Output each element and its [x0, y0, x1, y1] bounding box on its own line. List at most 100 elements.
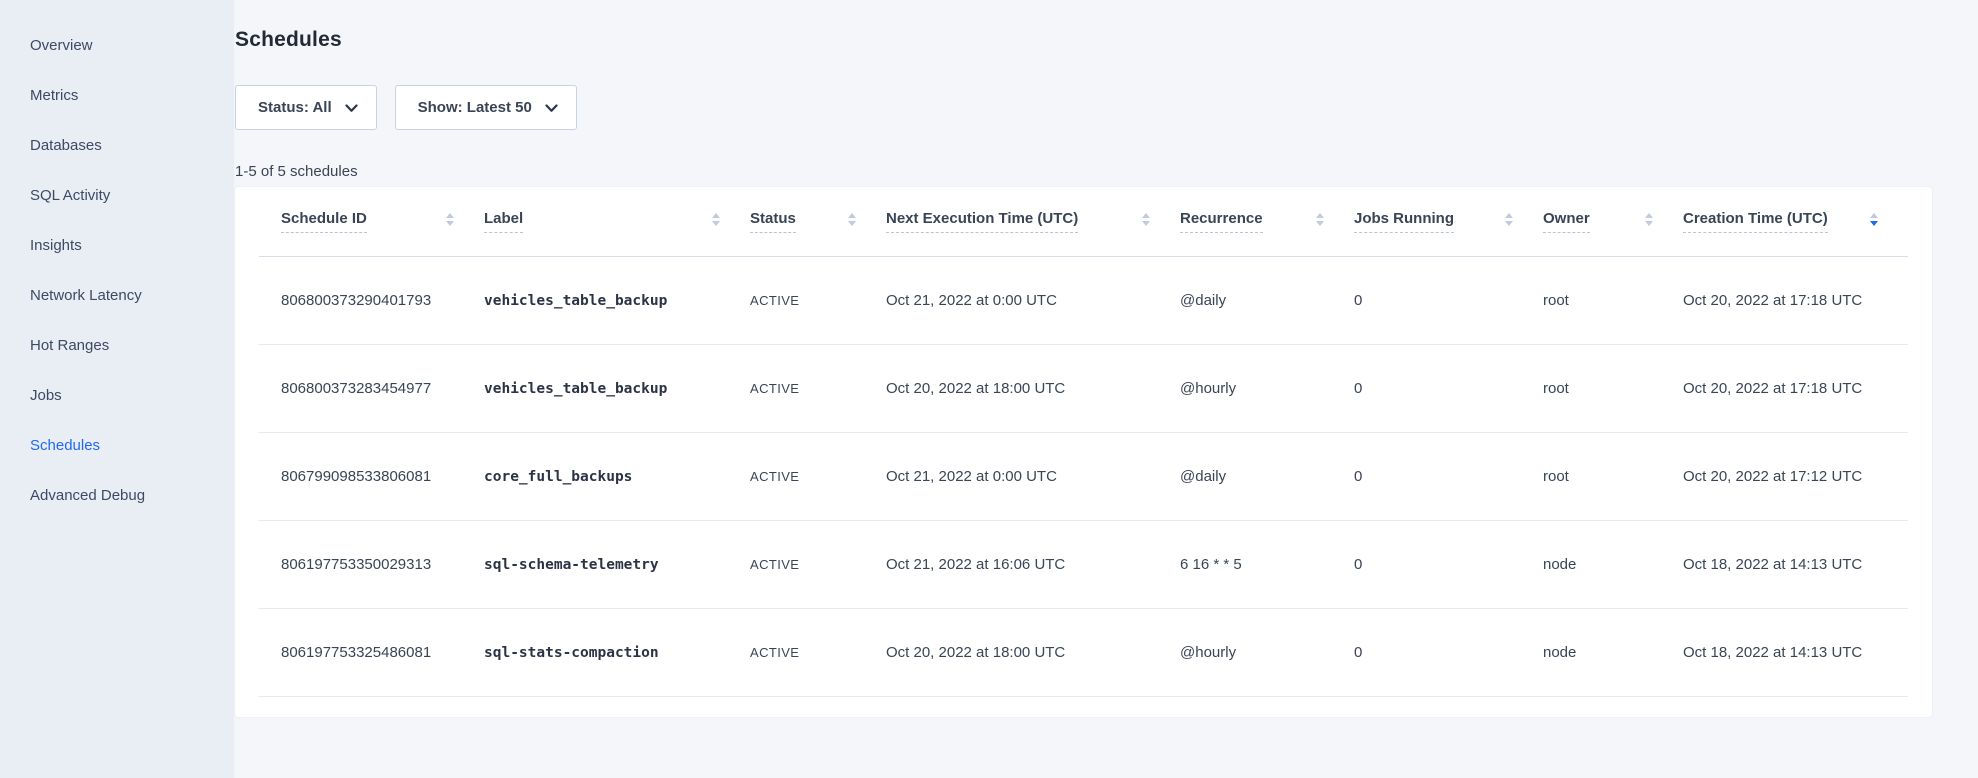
sort-arrows-icon: [1142, 213, 1150, 230]
creation-time-cell: Oct 20, 2022 at 17:18 UTC: [1683, 380, 1908, 397]
sidebar-item-label: SQL Activity: [30, 187, 110, 204]
sidebar-item-label: Advanced Debug: [30, 487, 145, 504]
result-count: 1-5 of 5 schedules: [235, 163, 1978, 181]
jobs-running-cell: 0: [1354, 644, 1543, 661]
recurrence-cell: @daily: [1180, 468, 1354, 485]
owner-cell: root: [1543, 468, 1683, 485]
next-execution-time-cell: Oct 21, 2022 at 0:00 UTC: [886, 292, 1180, 309]
table-row: 806800373290401793 vehicles_table_backup…: [259, 257, 1908, 345]
owner-cell: node: [1543, 556, 1683, 573]
status-cell: ACTIVE: [750, 293, 886, 308]
sidebar: Overview Metrics Databases SQL Activity …: [0, 0, 234, 778]
column-header-next-execution-time-utc-[interactable]: Next Execution Time (UTC): [886, 187, 1180, 256]
column-label: Owner: [1543, 210, 1590, 233]
column-label: Next Execution Time (UTC): [886, 210, 1078, 233]
recurrence-cell: @hourly: [1180, 380, 1354, 397]
schedules-table-card: Schedule ID Label Status Next Execution …: [235, 187, 1932, 717]
label-cell: sql-stats-compaction: [484, 645, 750, 661]
sort-asc-arrow-icon: [848, 213, 856, 218]
table-row: 806799098533806081 core_full_backups ACT…: [259, 433, 1908, 521]
sidebar-item-label: Databases: [30, 137, 102, 154]
jobs-running-cell: 0: [1354, 292, 1543, 309]
sort-asc-arrow-icon: [1645, 213, 1653, 218]
sort-desc-arrow-icon: [1316, 221, 1324, 226]
table-row: 806197753325486081 sql-stats-compaction …: [259, 609, 1908, 697]
sort-desc-arrow-icon: [848, 221, 856, 226]
jobs-running-cell: 0: [1354, 380, 1543, 397]
column-header-jobs-running[interactable]: Jobs Running: [1354, 187, 1543, 256]
status-filter-dropdown[interactable]: Status: All: [235, 85, 377, 130]
sidebar-item-sql-activity[interactable]: SQL Activity: [0, 170, 234, 220]
column-header-creation-time-utc-[interactable]: Creation Time (UTC): [1683, 187, 1908, 256]
show-filter-dropdown[interactable]: Show: Latest 50: [395, 85, 577, 130]
sort-desc-arrow-icon: [1645, 221, 1653, 226]
status-cell: ACTIVE: [750, 557, 886, 572]
next-execution-time-cell: Oct 20, 2022 at 18:00 UTC: [886, 380, 1180, 397]
label-cell: core_full_backups: [484, 469, 750, 485]
show-filter-label: Show: Latest 50: [418, 99, 532, 116]
sidebar-item-databases[interactable]: Databases: [0, 120, 234, 170]
table-body: 806800373290401793 vehicles_table_backup…: [259, 257, 1908, 697]
sort-arrows-icon: [1870, 213, 1878, 230]
sidebar-item-schedules[interactable]: Schedules: [0, 420, 234, 470]
sort-desc-arrow-icon: [446, 221, 454, 226]
schedule-id-cell: 806800373283454977: [259, 380, 484, 397]
sort-asc-arrow-icon: [1870, 213, 1878, 218]
recurrence-cell: @daily: [1180, 292, 1354, 309]
sidebar-item-jobs[interactable]: Jobs: [0, 370, 234, 420]
column-label: Creation Time (UTC): [1683, 210, 1828, 233]
status-cell: ACTIVE: [750, 469, 886, 484]
sidebar-item-network-latency[interactable]: Network Latency: [0, 270, 234, 320]
sidebar-nav: Overview Metrics Databases SQL Activity …: [0, 20, 234, 520]
column-header-owner[interactable]: Owner: [1543, 187, 1683, 256]
main-content: Schedules Status: All Show: Latest 50 1-…: [234, 0, 1978, 717]
schedule-id-cell: 806800373290401793: [259, 292, 484, 309]
schedule-id-cell: 806799098533806081: [259, 468, 484, 485]
owner-cell: node: [1543, 644, 1683, 661]
jobs-running-cell: 0: [1354, 556, 1543, 573]
sort-arrows-icon: [1316, 213, 1324, 230]
column-label: Schedule ID: [281, 210, 367, 233]
sort-asc-arrow-icon: [1316, 213, 1324, 218]
creation-time-cell: Oct 20, 2022 at 17:12 UTC: [1683, 468, 1908, 485]
sort-arrows-icon: [446, 213, 454, 230]
sidebar-item-insights[interactable]: Insights: [0, 220, 234, 270]
sort-arrows-icon: [848, 213, 856, 230]
column-header-status[interactable]: Status: [750, 187, 886, 256]
sidebar-item-label: Insights: [30, 237, 82, 254]
label-cell: vehicles_table_backup: [484, 381, 750, 397]
schedule-id-cell: 806197753350029313: [259, 556, 484, 573]
sidebar-item-label: Jobs: [30, 387, 62, 404]
sort-arrows-icon: [1645, 213, 1653, 230]
recurrence-cell: 6 16 * * 5: [1180, 556, 1354, 573]
sort-desc-arrow-icon: [1870, 221, 1878, 226]
column-header-schedule-id[interactable]: Schedule ID: [259, 187, 484, 256]
sidebar-item-label: Hot Ranges: [30, 337, 109, 354]
page-title: Schedules: [235, 26, 1978, 54]
sort-asc-arrow-icon: [446, 213, 454, 218]
sidebar-item-label: Network Latency: [30, 287, 142, 304]
schedule-id-cell: 806197753325486081: [259, 644, 484, 661]
filter-bar: Status: All Show: Latest 50: [235, 85, 1978, 130]
chevron-down-icon: [345, 104, 358, 113]
sidebar-item-overview[interactable]: Overview: [0, 20, 234, 70]
sidebar-item-metrics[interactable]: Metrics: [0, 70, 234, 120]
column-label: Label: [484, 210, 523, 233]
table-row: 806800373283454977 vehicles_table_backup…: [259, 345, 1908, 433]
sidebar-item-hot-ranges[interactable]: Hot Ranges: [0, 320, 234, 370]
owner-cell: root: [1543, 380, 1683, 397]
column-header-label[interactable]: Label: [484, 187, 750, 256]
sort-desc-arrow-icon: [1505, 221, 1513, 226]
next-execution-time-cell: Oct 21, 2022 at 0:00 UTC: [886, 468, 1180, 485]
column-label: Recurrence: [1180, 210, 1263, 233]
column-label: Status: [750, 210, 796, 233]
sidebar-item-label: Schedules: [30, 437, 100, 454]
column-header-recurrence[interactable]: Recurrence: [1180, 187, 1354, 256]
creation-time-cell: Oct 18, 2022 at 14:13 UTC: [1683, 556, 1908, 573]
jobs-running-cell: 0: [1354, 468, 1543, 485]
sort-arrows-icon: [712, 213, 720, 230]
next-execution-time-cell: Oct 20, 2022 at 18:00 UTC: [886, 644, 1180, 661]
sort-desc-arrow-icon: [1142, 221, 1150, 226]
sidebar-item-label: Metrics: [30, 87, 78, 104]
sidebar-item-advanced-debug[interactable]: Advanced Debug: [0, 470, 234, 520]
